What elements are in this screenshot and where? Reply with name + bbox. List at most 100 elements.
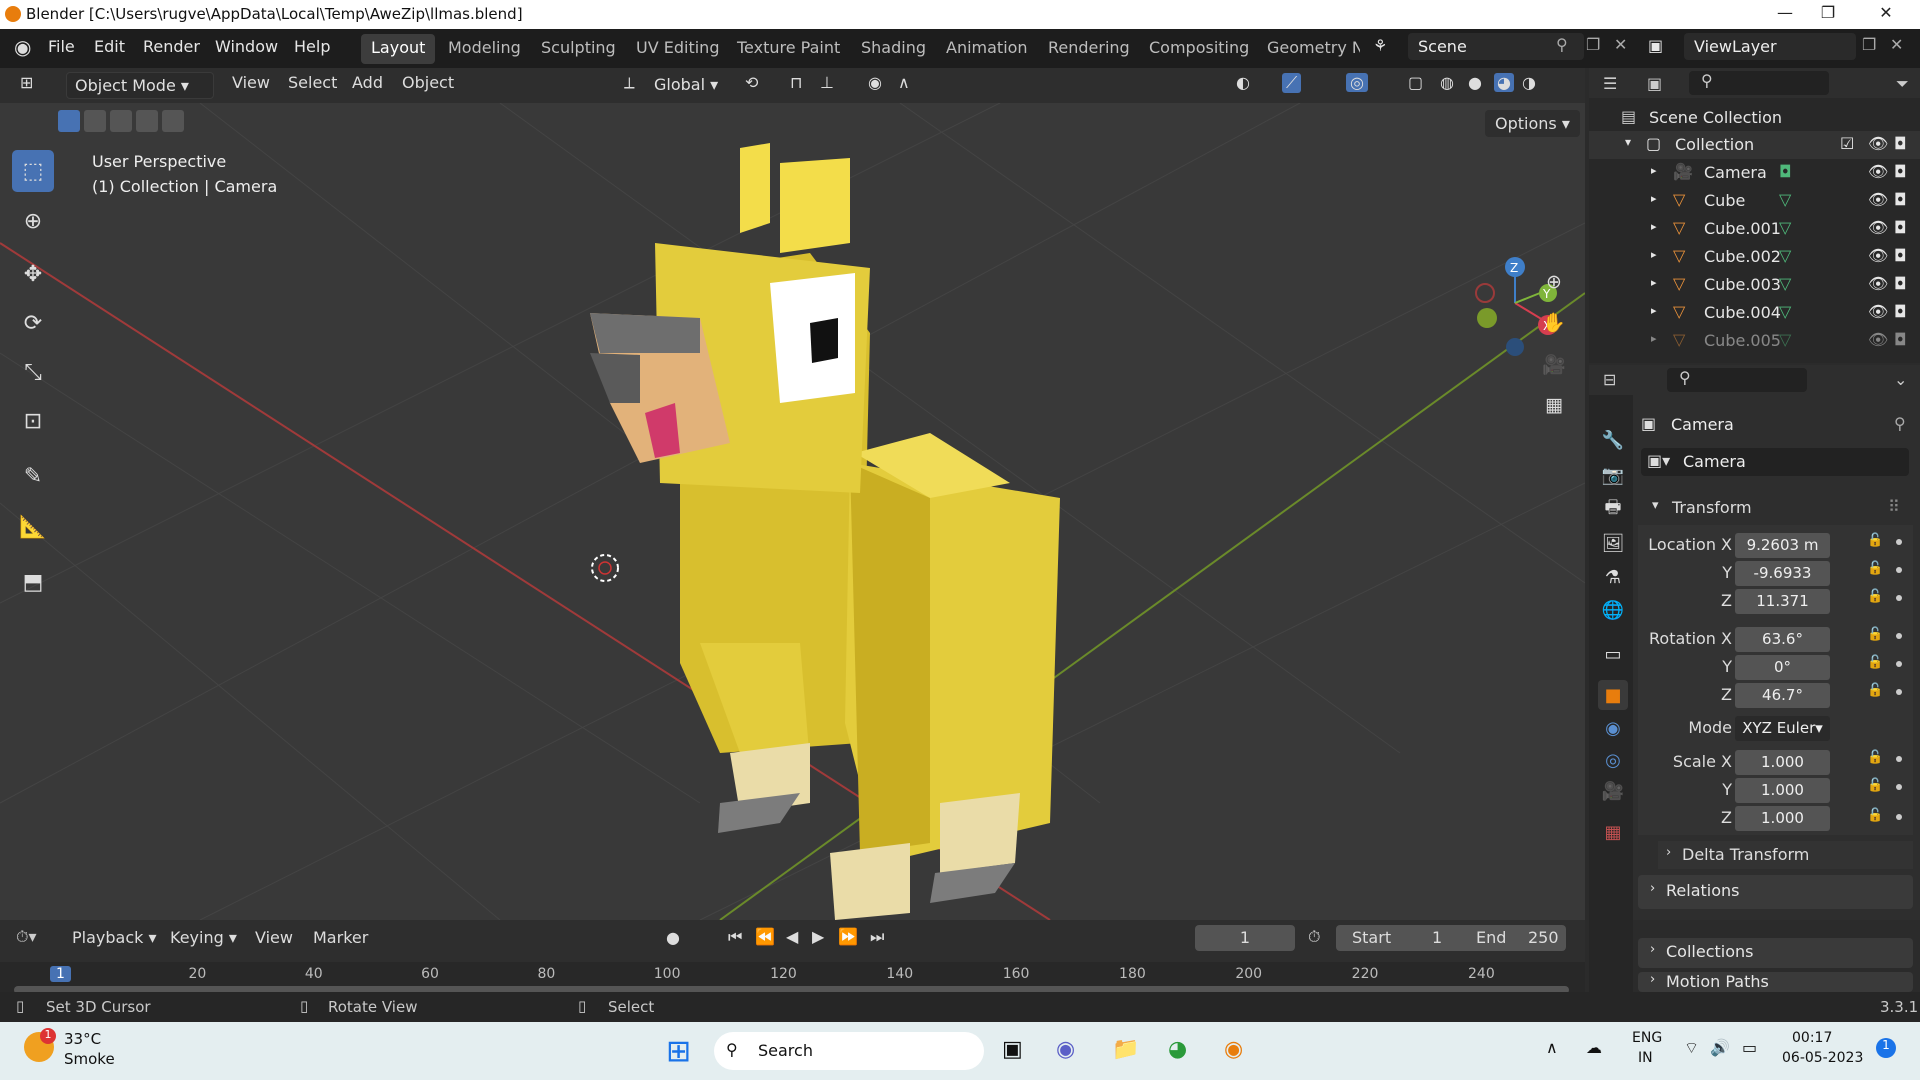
menu-help[interactable]: Help	[294, 37, 330, 56]
close-button[interactable]: ✕	[1871, 3, 1901, 25]
expand-arrow-icon[interactable]: ▸	[1651, 276, 1657, 289]
eye-icon[interactable]: 👁	[1868, 330, 1888, 349]
timeline-ruler[interactable]: 1 20 40 60 80 100 120 140 160 180 200 220 240	[0, 962, 1585, 996]
filter-icon[interactable]: ⏷	[1896, 74, 1909, 94]
ortho-grid-icon[interactable]: ▦	[1538, 389, 1570, 421]
object-name-field[interactable]: ▣▾ Camera	[1641, 448, 1909, 476]
keyframe-dot-icon[interactable]	[1896, 633, 1902, 639]
properties-options-icon[interactable]: ⌄	[1894, 370, 1907, 389]
transform-section-header[interactable]: ▾ Transform ⠿	[1638, 494, 1913, 524]
eye-icon[interactable]: 👁	[1868, 162, 1888, 181]
menu-view[interactable]: View	[232, 73, 270, 92]
xray-icon[interactable]: ▢	[1408, 73, 1423, 92]
tab-layout[interactable]: Layout	[361, 34, 436, 64]
eye-icon[interactable]: 👁	[1868, 134, 1888, 153]
keyframe-dot-icon[interactable]	[1896, 567, 1902, 573]
keyframe-dot-icon[interactable]	[1896, 539, 1902, 545]
scale-z-field[interactable]: 1.000	[1735, 806, 1830, 831]
mesh-data-icon[interactable]: ▽	[1779, 218, 1791, 237]
keyframe-dot-icon[interactable]	[1896, 661, 1902, 667]
outliner-item[interactable]: ▸ ▽ Cube.002 ▽ 👁 ◘	[1589, 243, 1920, 271]
rotation-y-field[interactable]: 0°	[1735, 655, 1830, 680]
menu-window[interactable]: Window	[215, 37, 278, 56]
tab-shading[interactable]: Shading	[851, 34, 936, 64]
taskbar-search-box[interactable]: ⚲ Search	[714, 1032, 984, 1070]
eye-icon[interactable]: 👁	[1868, 274, 1888, 293]
eye-icon[interactable]: 👁	[1868, 190, 1888, 209]
transform-tool[interactable]: ⊡	[12, 400, 54, 442]
select-intersect-icon[interactable]	[162, 110, 184, 132]
jump-end-icon[interactable]: ⏭	[870, 927, 884, 947]
mesh-data-icon[interactable]: ▽	[1779, 190, 1791, 209]
material-shading-icon[interactable]: ◕	[1494, 73, 1514, 92]
cloud-icon[interactable]: ☁	[1586, 1038, 1602, 1057]
mesh-data-icon[interactable]: ▽	[1779, 246, 1791, 265]
scene-tab-icon[interactable]: ⚗	[1598, 562, 1628, 592]
keyframe-dot-icon[interactable]	[1896, 595, 1902, 601]
zoom-icon[interactable]: ⊕	[1538, 266, 1570, 298]
visibility-icon[interactable]: ◐	[1236, 73, 1250, 92]
motion-paths-section[interactable]: › Motion Paths	[1638, 972, 1913, 992]
camera-view-icon[interactable]: 🎥	[1538, 348, 1570, 380]
eye-icon[interactable]: 👁	[1868, 246, 1888, 265]
rotation-mode-dropdown[interactable]: XYZ Euler▾	[1735, 716, 1830, 741]
properties-search-input[interactable]: ⚲	[1667, 368, 1807, 392]
tab-compositing[interactable]: Compositing	[1139, 34, 1259, 64]
jump-start-icon[interactable]: ⏮	[728, 927, 742, 947]
object-tab-icon[interactable]: ■	[1598, 680, 1628, 710]
blender-taskbar-icon[interactable]: ◉	[1224, 1037, 1243, 1062]
pivot-icon[interactable]: ⟲	[745, 73, 758, 92]
tool-tab-icon[interactable]: 🔧	[1598, 425, 1628, 455]
lock-icon[interactable]: 🔓	[1867, 533, 1883, 548]
lang-line2[interactable]: IN	[1638, 1050, 1653, 1066]
tab-animation[interactable]: Animation	[936, 34, 1038, 64]
texture-tab-icon[interactable]: ▦	[1598, 817, 1628, 847]
add-cube-tool[interactable]: ⬒	[12, 561, 54, 603]
play-icon[interactable]: ▶	[812, 927, 824, 946]
snap-target-icon[interactable]: ⊥	[820, 73, 834, 92]
windows-start-icon[interactable]: ⊞	[666, 1034, 691, 1069]
menu-object[interactable]: Object	[402, 73, 454, 92]
tab-sculpting[interactable]: Sculpting	[531, 34, 626, 64]
tab-uv-editing[interactable]: UV Editing	[626, 34, 729, 64]
chat-icon[interactable]: ◉	[1056, 1037, 1075, 1062]
view-layer-tab-icon[interactable]: 🖼	[1598, 528, 1628, 558]
rotation-x-field[interactable]: 63.6°	[1735, 627, 1830, 652]
tab-geometry-nodes[interactable]: Geometry Nodes	[1257, 34, 1360, 64]
lock-icon[interactable]: 🔓	[1867, 627, 1883, 642]
options-dropdown[interactable]: Options ▾	[1485, 110, 1580, 137]
render-camera-icon[interactable]: ◘	[1894, 162, 1907, 181]
location-y-field[interactable]: -9.6933	[1735, 561, 1830, 586]
select-invert-icon[interactable]	[136, 110, 158, 132]
pan-hand-icon[interactable]: ✋	[1538, 306, 1570, 338]
new-viewlayer-icon[interactable]: ❐	[1862, 35, 1876, 54]
output-tab-icon[interactable]: 🖶	[1598, 495, 1628, 525]
outliner-item[interactable]: ▸ ▽ Cube ▽ 👁 ◘	[1589, 187, 1920, 215]
prev-keyframe-icon[interactable]: ⏪	[755, 927, 775, 946]
file-explorer-icon[interactable]: 📁	[1112, 1037, 1139, 1062]
expand-arrow-icon[interactable]: ▸	[1651, 192, 1657, 205]
llama-model[interactable]	[590, 143, 1060, 920]
lock-icon[interactable]: 🔓	[1867, 655, 1883, 670]
eye-icon[interactable]: 👁	[1868, 302, 1888, 321]
menu-edit[interactable]: Edit	[94, 37, 125, 56]
playhead-frame[interactable]: 1	[50, 966, 71, 982]
overlay-toggle-icon[interactable]: ◎	[1346, 73, 1368, 92]
stopwatch-icon[interactable]: ⏱	[1308, 927, 1320, 947]
eye-icon[interactable]: 👁	[1868, 218, 1888, 237]
lock-icon[interactable]: 🔓	[1867, 808, 1883, 823]
render-camera-icon[interactable]: ◘	[1894, 218, 1907, 237]
lock-icon[interactable]: 🔓	[1867, 750, 1883, 765]
render-camera-icon[interactable]: ◘	[1894, 302, 1907, 321]
maximize-button[interactable]: ❐	[1813, 3, 1843, 25]
tab-modeling[interactable]: Modeling	[438, 34, 531, 64]
rendered-shading-icon[interactable]: ◑	[1522, 73, 1536, 92]
scale-x-field[interactable]: 1.000	[1735, 750, 1830, 775]
proportional-edit-icon[interactable]: ◉	[868, 73, 882, 92]
location-z-field[interactable]: 11.371	[1735, 589, 1830, 614]
camera-data-tab-icon[interactable]: 🎥	[1598, 776, 1628, 806]
render-camera-icon[interactable]: ◘	[1894, 274, 1907, 293]
notification-badge[interactable]: 1	[1876, 1038, 1896, 1058]
delete-scene-icon[interactable]: ✕	[1614, 35, 1627, 54]
tab-rendering[interactable]: Rendering	[1038, 34, 1140, 64]
